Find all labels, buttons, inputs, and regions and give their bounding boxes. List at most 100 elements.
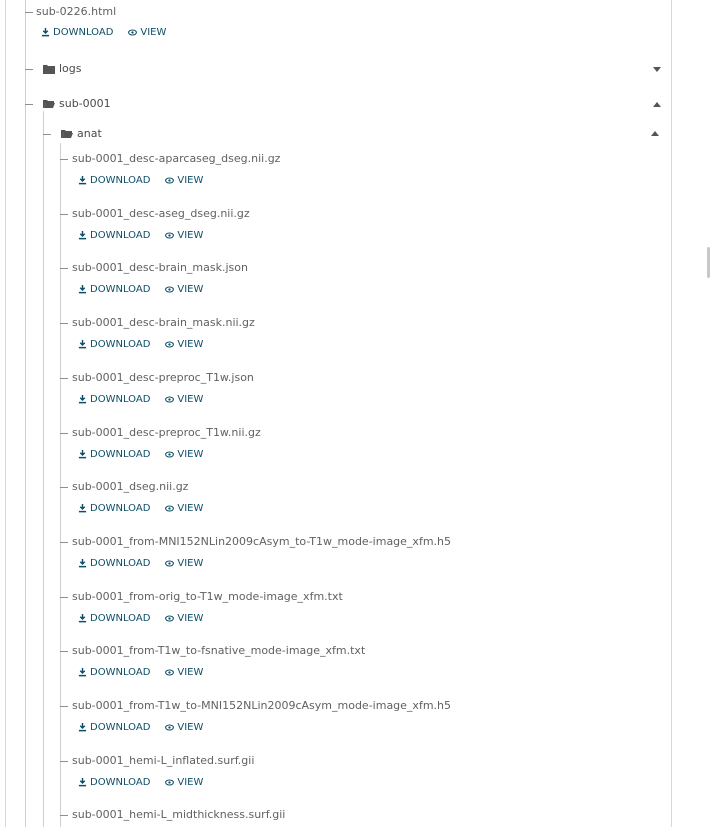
chevron-down-icon[interactable] (653, 67, 661, 72)
file-actions: DOWNLOAD VIEW (78, 722, 203, 733)
download-button[interactable]: DOWNLOAD (78, 230, 150, 241)
file-name: sub-0001_desc-preproc_T1w.json (72, 371, 254, 384)
folder-logs[interactable]: logs (43, 62, 82, 75)
download-label: DOWNLOAD (90, 722, 151, 733)
file-actions: DOWNLOAD VIEW (78, 558, 203, 569)
download-icon (78, 504, 87, 513)
download-button[interactable]: DOWNLOAD (78, 667, 150, 678)
view-button[interactable]: VIEW (128, 27, 166, 38)
view-button[interactable]: VIEW (165, 339, 203, 350)
view-button[interactable]: VIEW (165, 777, 203, 788)
file-name: sub-0226.html (36, 5, 117, 18)
file-name: sub-0001_from-orig_to-T1w_mode-image_xfm… (72, 590, 343, 603)
tree-guide-anat (60, 143, 61, 827)
download-button[interactable]: DOWNLOAD (41, 27, 113, 38)
tree-connector (60, 651, 68, 652)
download-button[interactable]: DOWNLOAD (78, 284, 150, 295)
view-label: VIEW (177, 722, 204, 733)
download-label: DOWNLOAD (90, 667, 151, 678)
file-name: sub-0001_hemi-L_midthickness.surf.gii (72, 808, 286, 821)
eye-icon (165, 560, 175, 567)
download-button[interactable]: DOWNLOAD (78, 558, 150, 569)
eye-icon (165, 396, 175, 403)
tree-connector (25, 12, 33, 13)
file-actions: DOWNLOAD VIEW (78, 449, 203, 460)
folder-sub-0001[interactable]: sub-0001 (43, 97, 111, 110)
download-button[interactable]: DOWNLOAD (78, 613, 150, 624)
tree-connector (60, 815, 68, 816)
download-icon (78, 668, 87, 677)
file-actions: DOWNLOAD VIEW (78, 339, 203, 350)
view-label: VIEW (140, 27, 167, 38)
eye-icon (165, 286, 175, 293)
eye-icon (165, 724, 175, 731)
folder-open-icon (61, 129, 73, 138)
view-button[interactable]: VIEW (165, 284, 203, 295)
file-actions: DOWNLOAD VIEW (78, 284, 203, 295)
download-button[interactable]: DOWNLOAD (78, 777, 150, 788)
file-name: sub-0001_dseg.nii.gz (72, 480, 189, 493)
download-icon (78, 285, 87, 294)
view-button[interactable]: VIEW (165, 503, 203, 514)
scrollbar-thumb[interactable] (707, 247, 710, 278)
file-actions: DOWNLOAD VIEW (78, 667, 203, 678)
file-name: sub-0001_from-T1w_to-fsnative_mode-image… (72, 644, 366, 657)
file-actions: DOWNLOAD VIEW (78, 777, 203, 788)
download-button[interactable]: DOWNLOAD (78, 394, 150, 405)
chevron-up-icon[interactable] (651, 131, 659, 136)
download-icon (78, 778, 87, 787)
view-button[interactable]: VIEW (165, 230, 203, 241)
tree-guide-root (25, 0, 26, 827)
view-label: VIEW (177, 230, 204, 241)
tree-connector (25, 104, 33, 105)
eye-icon (165, 615, 175, 622)
download-button[interactable]: DOWNLOAD (78, 175, 150, 186)
view-button[interactable]: VIEW (165, 722, 203, 733)
download-icon (78, 176, 87, 185)
download-label: DOWNLOAD (90, 777, 151, 788)
folder-icon (43, 64, 55, 74)
tree-connector (60, 378, 68, 379)
view-button[interactable]: VIEW (165, 175, 203, 186)
view-button[interactable]: VIEW (165, 394, 203, 405)
file-actions: DOWNLOAD VIEW (78, 503, 203, 514)
download-button[interactable]: DOWNLOAD (78, 339, 150, 350)
tree-connector (43, 134, 51, 135)
download-icon (78, 340, 87, 349)
eye-icon (165, 451, 175, 458)
download-label: DOWNLOAD (90, 230, 151, 241)
file-actions: DOWNLOAD VIEW (78, 230, 203, 241)
view-button[interactable]: VIEW (165, 449, 203, 460)
view-button[interactable]: VIEW (165, 667, 203, 678)
tree-connector (60, 268, 68, 269)
file-browser-page: sub-0226.html DOWNLOAD VIEW logs sub-000… (0, 0, 714, 827)
view-label: VIEW (177, 667, 204, 678)
file-actions: DOWNLOAD VIEW (78, 175, 203, 186)
download-icon (41, 28, 50, 37)
download-icon (78, 231, 87, 240)
chevron-up-icon[interactable] (653, 102, 661, 107)
view-label: VIEW (177, 175, 204, 186)
tree-connector (60, 597, 68, 598)
download-icon (78, 614, 87, 623)
file-actions: DOWNLOAD VIEW (78, 613, 203, 624)
download-button[interactable]: DOWNLOAD (78, 722, 150, 733)
download-label: DOWNLOAD (90, 449, 151, 460)
tree-connector (60, 159, 68, 160)
tree-connector (60, 542, 68, 543)
download-icon (78, 450, 87, 459)
tree-connector (60, 761, 68, 762)
download-label: DOWNLOAD (90, 175, 151, 186)
view-button[interactable]: VIEW (165, 558, 203, 569)
file-name: sub-0001_desc-brain_mask.json (72, 261, 248, 274)
download-button[interactable]: DOWNLOAD (78, 449, 150, 460)
eye-icon (165, 232, 175, 239)
tree-connector (60, 323, 68, 324)
view-button[interactable]: VIEW (165, 613, 203, 624)
eye-icon (165, 505, 175, 512)
download-button[interactable]: DOWNLOAD (78, 503, 150, 514)
file-name: sub-0001_hemi-L_inflated.surf.gii (72, 754, 255, 767)
download-label: DOWNLOAD (90, 503, 151, 514)
folder-anat[interactable]: anat (61, 127, 102, 140)
tree-connector (60, 706, 68, 707)
